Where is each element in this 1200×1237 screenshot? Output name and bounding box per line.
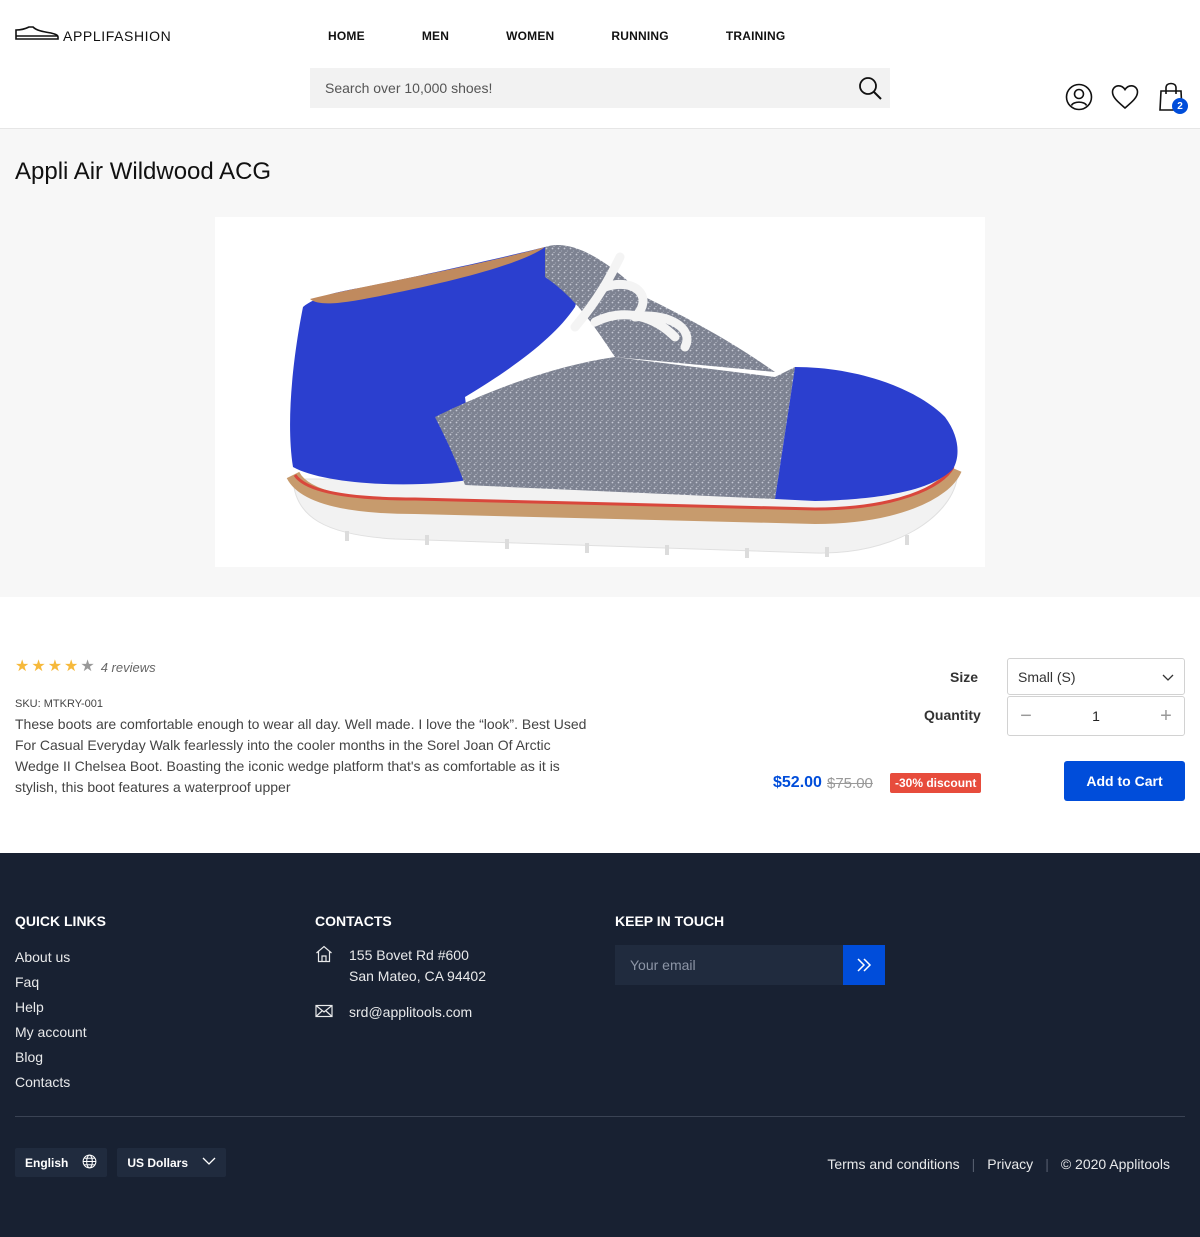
- star-icon: ★: [15, 658, 30, 675]
- globe-icon: [82, 1154, 97, 1172]
- search-bar: [310, 68, 890, 108]
- nav-running[interactable]: RUNNING: [611, 29, 668, 43]
- contacts-section: CONTACTS 155 Bovet Rd #600 San Mateo, CA…: [315, 913, 486, 1026]
- copyright: © 2020 Applitools: [1060, 1156, 1170, 1172]
- nav-training[interactable]: TRAINING: [726, 29, 786, 43]
- size-select-value: Small (S): [1018, 668, 1076, 685]
- search-icon[interactable]: [850, 68, 890, 108]
- product-description: These boots are comfortable enough to we…: [15, 716, 587, 795]
- quantity-label: Quantity: [924, 707, 981, 723]
- language-selector[interactable]: English: [15, 1148, 108, 1177]
- footer-divider: [15, 1116, 1185, 1117]
- size-label: Size: [950, 669, 979, 685]
- shopping-bag-icon[interactable]: 2: [1157, 82, 1188, 114]
- quantity-stepper: − 1 +: [1007, 696, 1185, 736]
- star-icon: ★: [64, 658, 79, 675]
- locale-selectors: English US Dollars: [15, 1148, 227, 1177]
- double-chevron-right-icon[interactable]: [843, 945, 885, 985]
- contacts-title: CONTACTS: [315, 913, 392, 929]
- legal-links: Terms and conditions | Privacy | © 2020 …: [827, 1156, 1170, 1172]
- reviews-link[interactable]: 4 reviews: [101, 660, 156, 675]
- footer-link-about[interactable]: About us: [15, 945, 106, 970]
- mail-icon: [315, 1002, 333, 1026]
- keep-in-touch-title: KEEP IN TOUCH: [615, 913, 725, 929]
- nav-home[interactable]: HOME: [328, 29, 365, 43]
- quantity-value[interactable]: 1: [1092, 708, 1100, 724]
- discount-badge: -30% discount: [890, 773, 982, 793]
- nav-women[interactable]: WOMEN: [506, 29, 554, 43]
- quick-links-title: QUICK LINKS: [15, 913, 106, 929]
- page-title: Appli Air Wildwood ACG: [15, 158, 272, 185]
- address-line-1: 155 Bovet Rd #600: [349, 947, 469, 963]
- price-original: $75.00: [827, 775, 873, 792]
- footer-link-faq[interactable]: Faq: [15, 970, 106, 995]
- site-footer: QUICK LINKS About us Faq Help My account…: [0, 853, 1200, 1237]
- footer-link-blog[interactable]: Blog: [15, 1045, 106, 1070]
- brand-name: APPLIFASHION: [63, 27, 172, 44]
- star-empty-icon: ★: [80, 658, 95, 675]
- quick-links-list: About us Faq Help My account Blog Contac…: [15, 945, 106, 1095]
- contact-address: 155 Bovet Rd #600 San Mateo, CA 94402: [315, 945, 486, 987]
- contact-email: srd@applitools.com: [315, 1002, 486, 1026]
- currency-selector[interactable]: US Dollars: [117, 1148, 227, 1177]
- address-line-2: San Mateo, CA 94402: [349, 968, 486, 984]
- product-rating: ★ ★ ★ ★ ★ 4 reviews: [15, 659, 156, 675]
- chevron-down-icon: [1162, 670, 1174, 686]
- brand-logo[interactable]: APPLIFASHION: [15, 24, 171, 47]
- footer-link-my-account[interactable]: My account: [15, 1020, 106, 1045]
- language-value: English: [25, 1155, 69, 1170]
- size-select[interactable]: Small (S): [1007, 658, 1185, 695]
- footer-link-help[interactable]: Help: [15, 995, 106, 1020]
- product-image: [215, 217, 985, 567]
- quantity-increase-button[interactable]: +: [1156, 705, 1176, 728]
- privacy-link[interactable]: Privacy: [987, 1156, 1033, 1172]
- price-current: $52.00: [773, 774, 822, 791]
- currency-value: US Dollars: [127, 1155, 189, 1170]
- cart-count-badge: 2: [1172, 98, 1188, 114]
- star-icon: ★: [31, 658, 46, 675]
- product-details: ★ ★ ★ ★ ★ 4 reviews SKU: MTKRY-001 These…: [0, 597, 1200, 853]
- search-input[interactable]: [310, 68, 850, 108]
- contact-email-link[interactable]: srd@applitools.com: [349, 1002, 472, 1026]
- terms-link[interactable]: Terms and conditions: [827, 1156, 959, 1172]
- quantity-decrease-button[interactable]: −: [1016, 705, 1036, 728]
- add-to-cart-button[interactable]: Add to Cart: [1064, 761, 1185, 801]
- wishlist-heart-icon[interactable]: [1111, 82, 1139, 112]
- shoe-logo-icon: [15, 24, 59, 47]
- newsletter-form: [615, 945, 885, 985]
- user-icon[interactable]: [1065, 82, 1093, 112]
- separator: |: [971, 1156, 976, 1172]
- product-sku: SKU: MTKRY-001: [15, 698, 104, 710]
- main-nav: HOME MEN WOMEN RUNNING TRAINING: [328, 29, 842, 43]
- site-header: APPLIFASHION HOME MEN WOMEN RUNNING TRAI…: [0, 0, 1200, 129]
- home-icon: [315, 945, 333, 987]
- header-actions: 2: [1065, 82, 1188, 114]
- star-icon: ★: [47, 658, 63, 675]
- footer-link-contacts[interactable]: Contacts: [15, 1070, 106, 1095]
- separator: |: [1045, 1156, 1049, 1172]
- chevron-down-icon: [202, 1154, 216, 1171]
- newsletter-email-input[interactable]: [615, 945, 843, 985]
- product-hero: Appli Air Wildwood ACG: [0, 129, 1200, 597]
- nav-men[interactable]: MEN: [422, 29, 449, 43]
- newsletter-section: KEEP IN TOUCH: [615, 913, 885, 985]
- quick-links-section: QUICK LINKS About us Faq Help My account…: [15, 913, 106, 1095]
